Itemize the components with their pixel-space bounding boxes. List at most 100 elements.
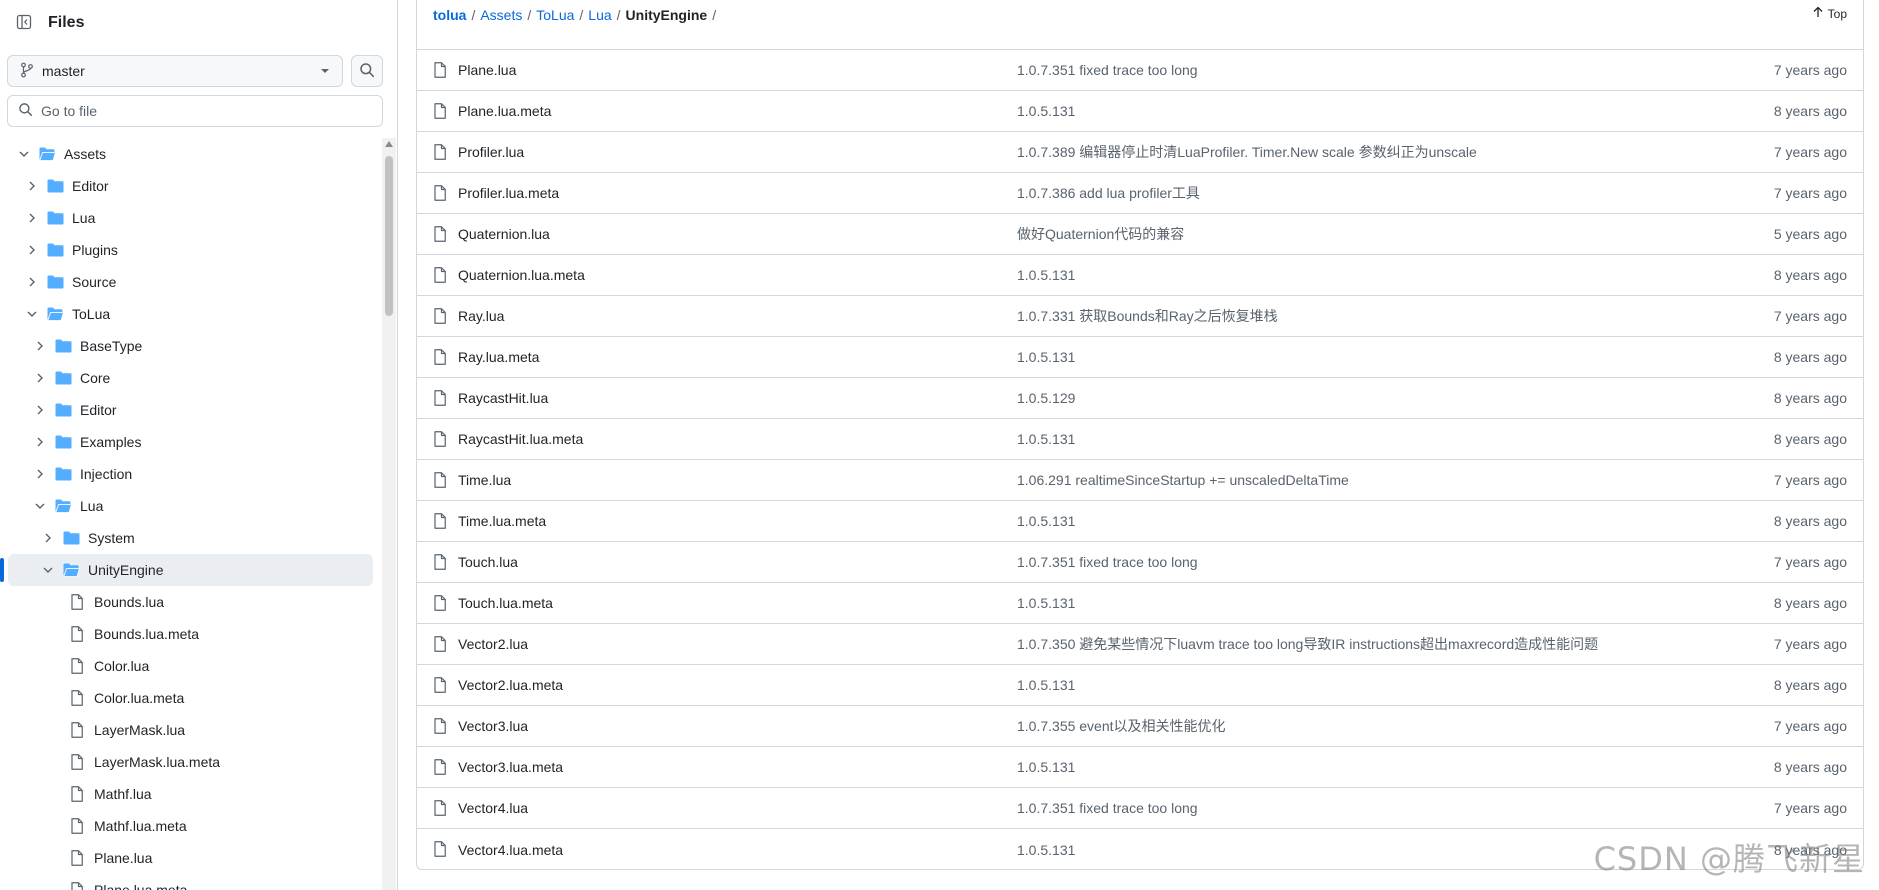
table-row[interactable]: RaycastHit.lua.meta 1.0.5.131 8 years ago	[417, 419, 1863, 460]
chevron-right-icon[interactable]	[24, 210, 40, 226]
chevron-down-icon[interactable]	[32, 498, 48, 514]
commit-message-link[interactable]: 1.0.5.131	[1017, 431, 1075, 447]
tree-item-folder[interactable]: System	[8, 522, 373, 554]
commit-message-link[interactable]: 1.0.5.131	[1017, 513, 1075, 529]
tree-item-file[interactable]: Plane.lua	[8, 842, 373, 874]
chevron-right-icon[interactable]	[24, 242, 40, 258]
commit-message-link[interactable]: 1.0.7.355 event以及相关性能优化	[1017, 716, 1226, 736]
chevron-down-icon[interactable]	[16, 146, 32, 162]
commit-message-link[interactable]: 1.0.5.131	[1017, 103, 1075, 119]
tree-item-folder[interactable]: Lua	[8, 490, 373, 522]
file-name-link[interactable]: Vector4.lua.meta	[458, 842, 563, 858]
scrollbar-thumb[interactable]	[385, 156, 393, 316]
table-row[interactable]: Plane.lua 1.0.7.351 fixed trace too long 7…	[417, 50, 1863, 91]
tree-item-folder[interactable]: Editor	[8, 170, 373, 202]
commit-message-link[interactable]: 1.0.7.351 fixed trace too long	[1017, 554, 1198, 570]
file-name-link[interactable]: Vector2.lua.meta	[458, 677, 563, 693]
table-row[interactable]: Time.lua 1.06.291 realtimeSinceStartup +=…	[417, 460, 1863, 501]
chevron-right-icon[interactable]	[32, 402, 48, 418]
table-row[interactable]: Touch.lua.meta 1.0.5.131 8 years ago	[417, 583, 1863, 624]
tree-item-folder[interactable]: Plugins	[8, 234, 373, 266]
chevron-right-icon[interactable]	[24, 274, 40, 290]
file-name-link[interactable]: Plane.lua	[458, 62, 516, 78]
tree-item-folder[interactable]: Lua	[8, 202, 373, 234]
commit-message-link[interactable]: 1.0.5.131	[1017, 349, 1075, 365]
commit-message-link[interactable]: 1.0.7.386 add lua profiler工具	[1017, 183, 1200, 203]
tree-item-file[interactable]: Plane.lua.meta	[8, 874, 373, 890]
breadcrumb-tolua-link[interactable]: ToLua	[536, 7, 574, 23]
chevron-down-icon[interactable]	[24, 306, 40, 322]
scroll-up-arrow-icon[interactable]	[385, 141, 393, 147]
branch-selector[interactable]: master	[7, 55, 343, 87]
commit-message-link[interactable]: 1.0.7.389 编辑器停止时清LuaProfiler. Timer.New …	[1017, 142, 1477, 162]
commit-message-link[interactable]: 1.0.5.131	[1017, 759, 1075, 775]
tree-item-file[interactable]: Mathf.lua	[8, 778, 373, 810]
tree-item-file[interactable]: Color.lua	[8, 650, 373, 682]
table-row[interactable]: RaycastHit.lua 1.0.5.129 8 years ago	[417, 378, 1863, 419]
file-name-link[interactable]: Touch.lua.meta	[458, 595, 553, 611]
tree-item-folder[interactable]: Assets	[8, 138, 373, 170]
file-name-link[interactable]: Vector4.lua	[458, 800, 528, 816]
commit-message-link[interactable]: 做好Quaternion代码的兼容	[1017, 224, 1184, 244]
chevron-down-icon[interactable]	[40, 562, 56, 578]
commit-message-link[interactable]: 1.0.7.331 获取Bounds和Ray之后恢复堆栈	[1017, 306, 1278, 326]
chevron-right-icon[interactable]	[32, 338, 48, 354]
file-name-link[interactable]: Vector3.lua	[458, 718, 528, 734]
commit-message-link[interactable]: 1.0.5.129	[1017, 390, 1075, 406]
commit-message-link[interactable]: 1.0.5.131	[1017, 677, 1075, 693]
file-name-link[interactable]: Ray.lua	[458, 308, 504, 324]
commit-message-link[interactable]: 1.0.5.131	[1017, 842, 1075, 858]
table-row[interactable]: Vector3.lua 1.0.7.355 event以及相关性能优化 7 year…	[417, 706, 1863, 747]
tree-item-file[interactable]: Color.lua.meta	[8, 682, 373, 714]
breadcrumb-lua-link[interactable]: Lua	[588, 7, 611, 23]
tree-item-folder[interactable]: Core	[8, 362, 373, 394]
tree-item-folder[interactable]: Injection	[8, 458, 373, 490]
file-name-link[interactable]: Time.lua	[458, 472, 511, 488]
breadcrumb-repo-link[interactable]: tolua	[433, 7, 466, 23]
table-row[interactable]: Ray.lua.meta 1.0.5.131 8 years ago	[417, 337, 1863, 378]
file-name-link[interactable]: Quaternion.lua	[458, 226, 550, 242]
commit-message-link[interactable]: 1.0.7.351 fixed trace too long	[1017, 62, 1198, 78]
table-row[interactable]: Profiler.lua.meta 1.0.7.386 add lua profi…	[417, 173, 1863, 214]
table-row[interactable]: Vector3.lua.meta 1.0.5.131 8 years ago	[417, 747, 1863, 788]
tree-item-folder[interactable]: ToLua	[8, 298, 373, 330]
table-row[interactable]: Ray.lua 1.0.7.331 获取Bounds和Ray之后恢复堆栈 7 yea…	[417, 296, 1863, 337]
go-to-file-field[interactable]	[7, 95, 383, 127]
chevron-right-icon[interactable]	[32, 434, 48, 450]
file-name-link[interactable]: Profiler.lua.meta	[458, 185, 559, 201]
commit-message-link[interactable]: 1.06.291 realtimeSinceStartup += unscale…	[1017, 472, 1349, 488]
tree-scrollbar[interactable]	[382, 138, 396, 890]
file-name-link[interactable]: Vector2.lua	[458, 636, 528, 652]
sidebar-collapse-button[interactable]	[12, 11, 36, 35]
tree-item-file[interactable]: Bounds.lua	[8, 586, 373, 618]
table-row[interactable]: Vector2.lua.meta 1.0.5.131 8 years ago	[417, 665, 1863, 706]
chevron-right-icon[interactable]	[24, 178, 40, 194]
commit-message-link[interactable]: 1.0.7.351 fixed trace too long	[1017, 800, 1198, 816]
chevron-right-icon[interactable]	[32, 370, 48, 386]
tree-item-folder[interactable]: BaseType	[8, 330, 373, 362]
table-row[interactable]: Profiler.lua 1.0.7.389 编辑器停止时清LuaProfiler…	[417, 132, 1863, 173]
search-files-button[interactable]	[351, 55, 383, 87]
file-name-link[interactable]: Time.lua.meta	[458, 513, 546, 529]
table-row[interactable]: Plane.lua.meta 1.0.5.131 8 years ago	[417, 91, 1863, 132]
commit-message-link[interactable]: 1.0.5.131	[1017, 267, 1075, 283]
table-row[interactable]: Time.lua.meta 1.0.5.131 8 years ago	[417, 501, 1863, 542]
file-name-link[interactable]: Touch.lua	[458, 554, 518, 570]
tree-item-folder[interactable]: UnityEngine	[0, 554, 373, 586]
table-row[interactable]: Quaternion.lua 做好Quaternion代码的兼容 5 years a…	[417, 214, 1863, 255]
chevron-right-icon[interactable]	[32, 466, 48, 482]
tree-item-file[interactable]: LayerMask.lua.meta	[8, 746, 373, 778]
tree-item-file[interactable]: LayerMask.lua	[8, 714, 373, 746]
file-name-link[interactable]: Quaternion.lua.meta	[458, 267, 585, 283]
file-name-link[interactable]: Profiler.lua	[458, 144, 524, 160]
tree-item-file[interactable]: Bounds.lua.meta	[8, 618, 373, 650]
tree-item-file[interactable]: Mathf.lua.meta	[8, 810, 373, 842]
tree-item-folder[interactable]: Source	[8, 266, 373, 298]
tree-item-folder[interactable]: Examples	[8, 426, 373, 458]
chevron-right-icon[interactable]	[40, 530, 56, 546]
file-name-link[interactable]: Plane.lua.meta	[458, 103, 551, 119]
file-name-link[interactable]: Ray.lua.meta	[458, 349, 539, 365]
table-row[interactable]: Quaternion.lua.meta 1.0.5.131 8 years ago	[417, 255, 1863, 296]
file-name-link[interactable]: Vector3.lua.meta	[458, 759, 563, 775]
file-name-link[interactable]: RaycastHit.lua.meta	[458, 431, 583, 447]
